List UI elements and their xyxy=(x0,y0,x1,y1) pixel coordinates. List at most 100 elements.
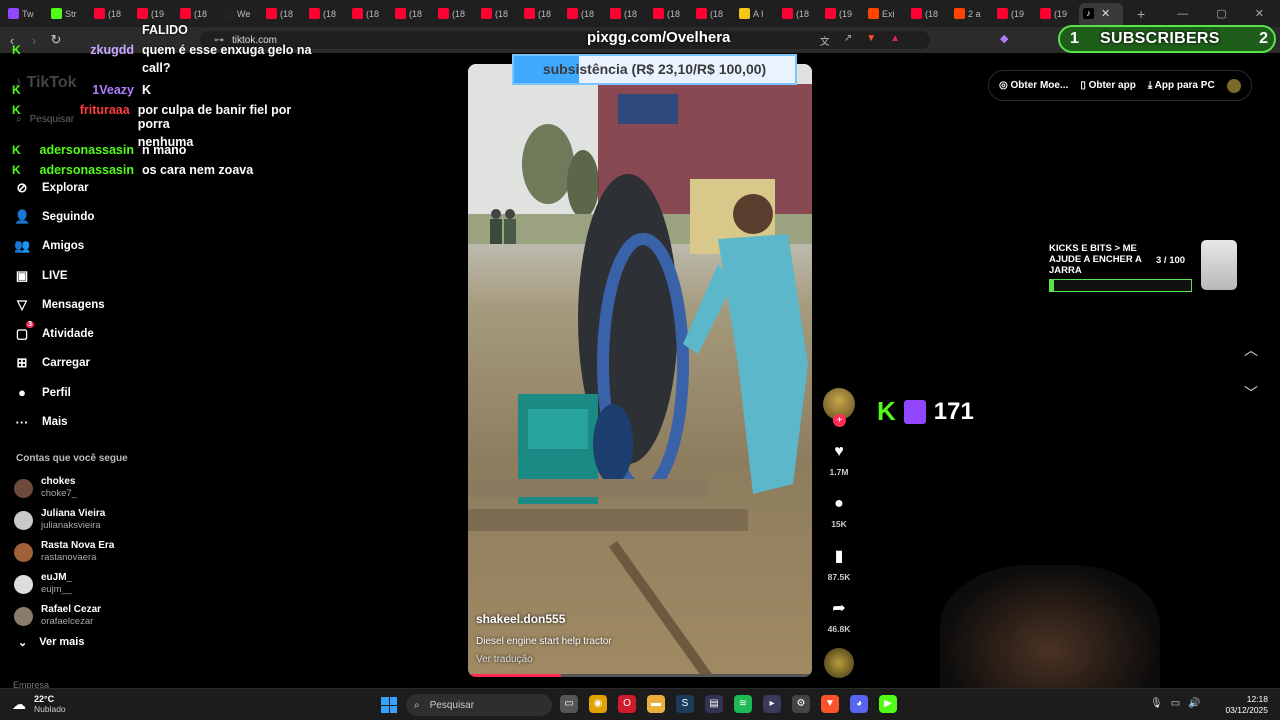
see-more-button[interactable]: ⌄ Ver mais xyxy=(18,636,84,649)
user-avatar[interactable] xyxy=(1227,78,1241,93)
translate-icon[interactable]: 文 xyxy=(820,33,830,48)
browser-tab[interactable]: (18 xyxy=(606,3,649,25)
avatar xyxy=(14,478,33,498)
browser-tab[interactable]: (19 xyxy=(133,3,176,25)
share-icon[interactable]: ↗ xyxy=(844,33,852,48)
comment-button[interactable]: ● 15K xyxy=(822,486,856,538)
app2-icon[interactable]: ▸ xyxy=(763,695,781,713)
tab-favicon-icon xyxy=(1040,8,1051,19)
close-window-icon[interactable]: ✕ xyxy=(1255,7,1264,20)
following-item[interactable]: chokes choke7_ xyxy=(14,472,114,504)
bookmark-icon: ▮ xyxy=(834,548,844,565)
browser-tab[interactable]: (18 xyxy=(477,3,520,25)
download-icon: ⤓ xyxy=(1147,80,1155,91)
sidebar-item-live[interactable]: ▣ LIVE xyxy=(14,261,105,290)
steam-icon[interactable]: S xyxy=(676,695,694,713)
browser-tab[interactable]: (18 xyxy=(649,3,692,25)
extension-icon[interactable]: ◆ xyxy=(1000,32,1008,45)
top-action-button[interactable]: ▯ Obter app xyxy=(1080,80,1136,91)
browser-tab[interactable]: (18 xyxy=(520,3,563,25)
browser-tab[interactable]: Exi xyxy=(864,3,907,25)
top-action-button[interactable]: ◎ Obter Moe... xyxy=(999,80,1068,91)
minimize-icon[interactable]: — xyxy=(1177,8,1188,20)
following-item[interactable]: Rafael Cezar orafaelcezar xyxy=(14,600,114,632)
sound-disc[interactable] xyxy=(824,648,854,678)
folder-icon[interactable]: ▬ xyxy=(647,695,665,713)
top-action-button[interactable]: ⤓ App para PC xyxy=(1148,80,1215,91)
windows-start-icon[interactable] xyxy=(381,697,397,713)
close-tab-icon[interactable]: ✕ xyxy=(1101,7,1110,20)
opera-icon[interactable]: O xyxy=(618,695,636,713)
see-translation-link[interactable]: Ver tradução xyxy=(476,654,533,665)
sidebar-item-label: Amigos xyxy=(42,240,85,253)
clock[interactable]: 12:18 03/12/2025 xyxy=(1225,694,1268,716)
browser-tab[interactable]: (19 xyxy=(993,3,1036,25)
video-progress-bar[interactable] xyxy=(468,674,812,677)
follow-plus-icon[interactable]: + xyxy=(833,414,846,427)
app3-icon[interactable]: ⚙ xyxy=(792,695,810,713)
tab-favicon-icon xyxy=(180,8,191,19)
new-tab-button[interactable]: + xyxy=(1137,6,1145,22)
sidebar-item-perfil[interactable]: ● Perfil xyxy=(14,378,105,407)
browser-tab[interactable]: (19 xyxy=(1036,3,1079,25)
following-item[interactable]: euJM_ eujm__ xyxy=(14,568,114,600)
creator-avatar[interactable]: + xyxy=(823,388,855,427)
brave-shield-icon[interactable]: ▼ xyxy=(866,33,876,48)
sidebar-item-carregar[interactable]: ⊞ Carregar xyxy=(14,349,105,378)
save-button[interactable]: ▮ 87.5K xyxy=(822,538,856,590)
brave-icon[interactable]: ▼ xyxy=(821,695,839,713)
following-list: chokes choke7_ Juliana Vieira julianaksviei… xyxy=(14,472,114,632)
browser-tab[interactable]: Str xyxy=(47,3,90,25)
browser-tab[interactable]: (18 xyxy=(262,3,305,25)
app-icon[interactable]: ▤ xyxy=(705,695,723,713)
video-author[interactable]: shakeel.don555 xyxy=(476,612,565,626)
sidebar-item-explorar[interactable]: ⊘ Explorar xyxy=(14,173,105,202)
maximize-icon[interactable]: ▢ xyxy=(1216,7,1226,20)
avatar xyxy=(14,574,33,594)
sidebar-item-mais[interactable]: ··· Mais xyxy=(14,407,105,436)
spotify-icon[interactable]: ≋ xyxy=(734,695,752,713)
browser-tab[interactable]: (18 xyxy=(176,3,219,25)
rewards-icon[interactable]: ▲ xyxy=(890,33,900,48)
network-icon[interactable]: ▭ xyxy=(1171,698,1180,709)
browser-tab[interactable]: We xyxy=(219,3,262,25)
taskbar-search[interactable]: ⌕ Pesquisar xyxy=(406,694,552,716)
previous-video-icon[interactable]: ︿ xyxy=(1244,340,1258,360)
jar-icon xyxy=(1201,240,1237,290)
sidebar-item-mensagens[interactable]: ▽ Mensagens xyxy=(14,290,105,319)
sidebar-item-seguindo[interactable]: 👤 Seguindo xyxy=(14,202,105,231)
browser-tab[interactable]: (19 xyxy=(821,3,864,25)
share-button[interactable]: ➦ 46.8K xyxy=(822,590,856,642)
browser-tab[interactable]: A I xyxy=(735,3,778,25)
following-item[interactable]: Rasta Nova Era rastanovaera xyxy=(14,536,114,568)
browser-tab[interactable]: 2 a xyxy=(950,3,993,25)
browser-tab[interactable]: (18 xyxy=(692,3,735,25)
like-button[interactable]: ♥ 1.7M xyxy=(822,434,856,486)
discord-icon[interactable]: ◕ xyxy=(850,695,868,713)
kick-app-icon[interactable]: ▶ xyxy=(879,695,897,713)
browser-tab[interactable]: (18 xyxy=(778,3,821,25)
chrome-icon[interactable]: ◉ xyxy=(589,695,607,713)
browser-tab[interactable]: (18 xyxy=(563,3,606,25)
speaker-icon[interactable]: 🔊 xyxy=(1188,698,1200,709)
task-view-icon[interactable]: ▭ xyxy=(560,695,578,713)
sidebar-item-atividade[interactable]: ▢ 3 Atividade xyxy=(14,319,105,348)
next-video-icon[interactable]: ﹀ xyxy=(1244,383,1258,403)
browser-tab[interactable]: (18 xyxy=(391,3,434,25)
video-player[interactable]: shakeel.don555 Diesel engine start help … xyxy=(468,64,812,677)
browser-tab[interactable]: (18 xyxy=(348,3,391,25)
sidebar-item-amigos[interactable]: 👥 Amigos xyxy=(14,232,105,261)
browser-tab[interactable]: (18 xyxy=(434,3,477,25)
browser-tab[interactable]: (18 xyxy=(90,3,133,25)
chat-username: adersonassasin xyxy=(39,163,135,177)
tab-favicon-icon xyxy=(997,8,1008,19)
viewer-count: 171 xyxy=(933,397,974,425)
browser-tab[interactable]: (18 xyxy=(907,3,950,25)
following-item[interactable]: Juliana Vieira julianaksvieira xyxy=(14,504,114,536)
browser-tab[interactable]: (18 xyxy=(305,3,348,25)
active-tab[interactable]: ♪ ✕ xyxy=(1079,2,1123,25)
weather-widget[interactable]: ☁ 22°C Nublado xyxy=(12,694,66,714)
share-arrow-icon: ➦ xyxy=(832,600,846,617)
mic-icon[interactable]: 🎙 xyxy=(1150,698,1163,709)
browser-tab[interactable]: Tw xyxy=(4,3,47,25)
